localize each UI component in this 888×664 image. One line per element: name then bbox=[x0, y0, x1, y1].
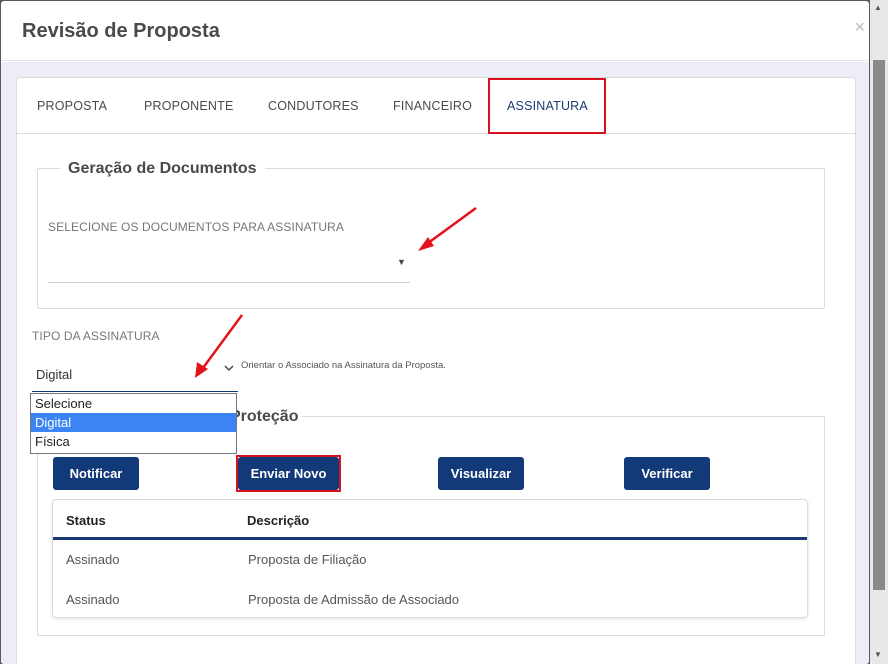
option-fisica[interactable]: Física bbox=[31, 432, 236, 451]
view-button[interactable]: Visualizar bbox=[438, 457, 524, 490]
table-header-divider bbox=[53, 537, 807, 540]
option-selecione[interactable]: Selecione bbox=[31, 394, 236, 413]
row-description: Proposta de Admissão de Associado bbox=[248, 592, 460, 607]
tab-proponente[interactable]: PROPONENTE bbox=[144, 99, 234, 113]
signature-type-dropdown: Selecione Digital Física bbox=[30, 393, 237, 454]
signature-hint: Orientar o Associado na Assinatura da Pr… bbox=[241, 360, 446, 371]
scroll-down-icon[interactable]: ▼ bbox=[874, 650, 882, 659]
tab-bar: PROPOSTA PROPONENTE CONDUTORES FINANCEIR… bbox=[17, 78, 855, 134]
protection-legend: Proteção bbox=[226, 408, 303, 426]
tab-condutores[interactable]: CONDUTORES bbox=[268, 99, 359, 113]
row-status: Assinado bbox=[66, 592, 120, 607]
close-icon[interactable]: × bbox=[854, 17, 865, 38]
tab-proposta[interactable]: PROPOSTA bbox=[37, 99, 107, 113]
scroll-up-icon[interactable]: ▲ bbox=[874, 3, 882, 12]
document-generation-legend: Geração de Documentos bbox=[60, 160, 265, 178]
column-header-description: Descrição bbox=[247, 513, 310, 528]
page-scrollbar[interactable]: ▲ ▼ bbox=[870, 0, 888, 664]
column-header-status: Status bbox=[66, 513, 106, 528]
document-generation-group bbox=[37, 168, 825, 309]
row-status: Assinado bbox=[66, 552, 120, 567]
documents-select-label: SELECIONE OS DOCUMENTOS PARA ASSINATURA bbox=[48, 220, 344, 234]
signature-type-value: Digital bbox=[36, 367, 73, 382]
modal-title: Revisão de Proposta bbox=[22, 20, 220, 42]
tab-financeiro[interactable]: FINANCEIRO bbox=[393, 99, 472, 113]
notify-button[interactable]: Notificar bbox=[53, 457, 139, 490]
documents-select[interactable]: ▼ bbox=[48, 250, 410, 283]
row-description: Proposta de Filiação bbox=[248, 552, 367, 567]
active-tab-highlight bbox=[488, 78, 606, 134]
signature-table: Status Descrição Assinado Proposta de Fi… bbox=[52, 499, 808, 618]
scroll-thumb[interactable] bbox=[873, 60, 885, 590]
send-new-highlight bbox=[236, 455, 341, 492]
option-digital[interactable]: Digital bbox=[31, 413, 236, 432]
chevron-down-icon bbox=[224, 360, 234, 372]
caret-down-icon: ▼ bbox=[397, 257, 406, 267]
modal-header: Revisão de Proposta × bbox=[1, 1, 869, 61]
signature-type-label: TIPO DA ASSINATURA bbox=[32, 329, 160, 343]
signature-type-select[interactable]: Digital bbox=[32, 358, 238, 392]
verify-button[interactable]: Verificar bbox=[624, 457, 710, 490]
